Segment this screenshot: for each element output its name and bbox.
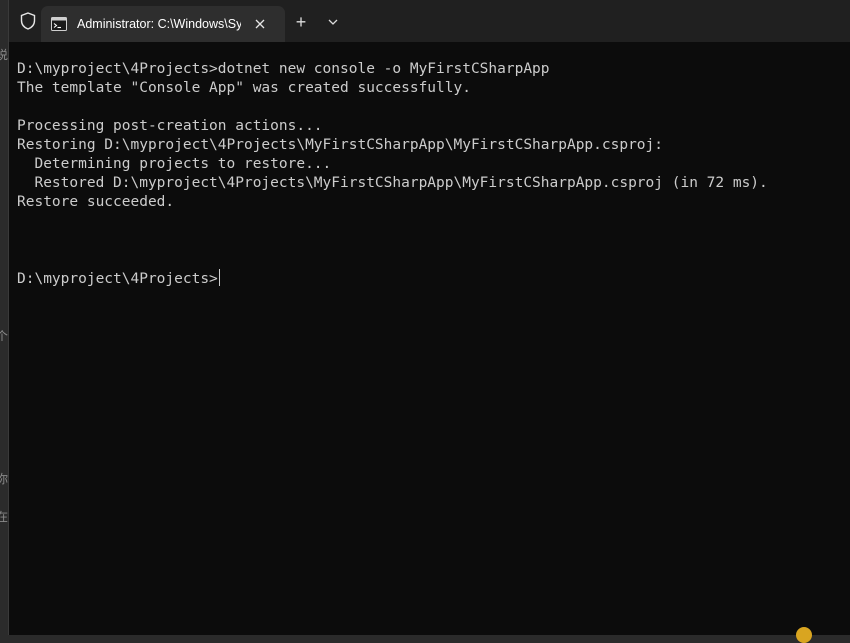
background-glyph: 说 bbox=[0, 48, 8, 62]
background-glyph: 个 bbox=[0, 329, 8, 343]
background-badge bbox=[796, 627, 812, 643]
terminal-line: Restoring D:\myproject\4Projects\MyFirst… bbox=[17, 137, 664, 153]
tab-administrator[interactable]: Administrator: C:\Windows\Sy bbox=[41, 6, 285, 42]
terminal-line: The template "Console App" was created s… bbox=[17, 80, 471, 96]
new-tab-button[interactable]: + bbox=[291, 12, 311, 32]
terminal-line: D:\myproject\4Projects>dotnet new consol… bbox=[17, 61, 550, 77]
background-window-edge: 说 个 你 在 bbox=[0, 0, 8, 635]
background-glyph: 在 bbox=[0, 510, 8, 524]
terminal-line: Processing post-creation actions... bbox=[17, 118, 323, 134]
title-bar: Administrator: C:\Windows\Sy + bbox=[9, 0, 850, 42]
terminal-window: Administrator: C:\Windows\Sy + D:\myproj… bbox=[8, 0, 850, 643]
chevron-down-icon[interactable] bbox=[323, 12, 343, 32]
text-cursor bbox=[218, 269, 220, 286]
shield-icon[interactable] bbox=[17, 10, 39, 32]
prompt-text: D:\myproject\4Projects> bbox=[17, 271, 218, 287]
terminal-line: Restored D:\myproject\4Projects\MyFirstC… bbox=[17, 175, 768, 191]
terminal-icon bbox=[51, 17, 67, 31]
terminal-line: Determining projects to restore... bbox=[17, 156, 332, 172]
tab-title: Administrator: C:\Windows\Sy bbox=[77, 17, 241, 31]
background-glyph: 你 bbox=[0, 472, 8, 486]
prompt-line[interactable]: D:\myproject\4Projects> bbox=[17, 269, 842, 288]
close-icon[interactable] bbox=[249, 13, 271, 35]
terminal-line: Restore succeeded. bbox=[17, 194, 175, 210]
terminal-output[interactable]: D:\myproject\4Projects>dotnet new consol… bbox=[17, 60, 842, 635]
